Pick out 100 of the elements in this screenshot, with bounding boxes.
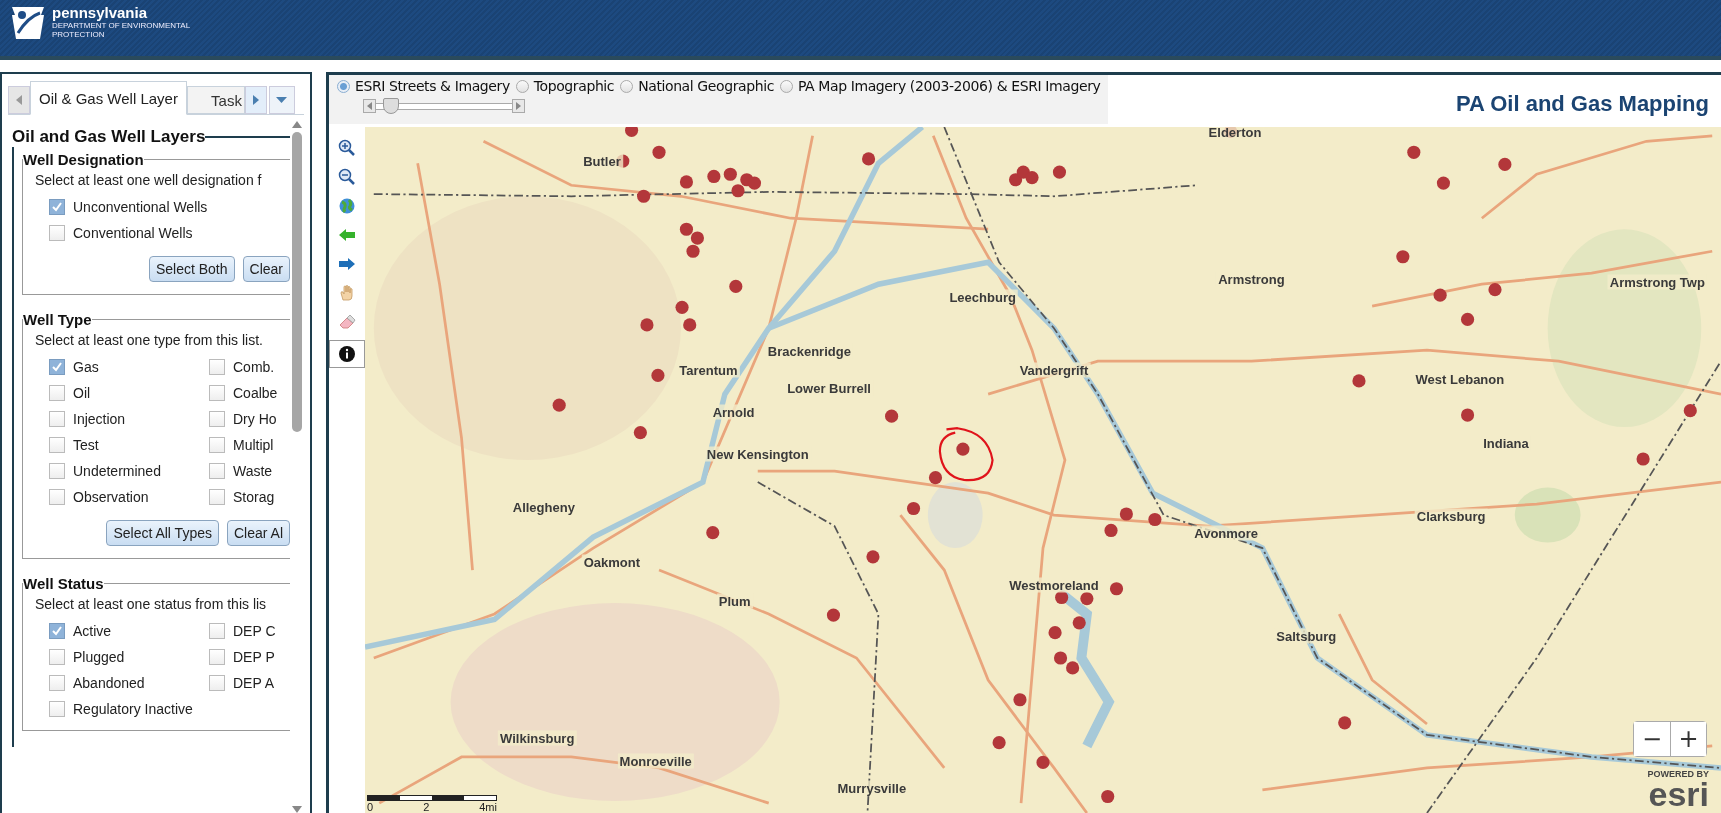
place-label: New Kensington xyxy=(704,446,811,461)
checkbox-label: Gas xyxy=(73,359,99,375)
info-tool[interactable] xyxy=(329,340,365,368)
checkbox-label: Test xyxy=(73,437,99,453)
slider-right-button[interactable] xyxy=(512,99,525,113)
place-label: Plum xyxy=(716,593,753,609)
right-triangle-icon[interactable] xyxy=(252,95,259,105)
place-label: Wilkinsburg xyxy=(498,730,577,746)
checkbox[interactable] xyxy=(49,649,65,665)
tab[interactable]: Task xyxy=(186,86,245,114)
checkbox-label: DEP C xyxy=(233,623,276,639)
tool-icon[interactable] xyxy=(338,345,356,363)
place-label: Avonmore xyxy=(1192,525,1261,541)
checkbox[interactable] xyxy=(209,489,225,505)
scale-label: 0 xyxy=(367,801,374,813)
place-label: Leechburg xyxy=(947,289,1018,305)
checkbox-label: Oil xyxy=(73,385,91,401)
powered-by-text: POWERED BY xyxy=(1647,769,1709,779)
checkbox-label: Active xyxy=(73,623,112,639)
checkbox[interactable] xyxy=(49,463,65,479)
tab-scroll-left-button[interactable] xyxy=(8,86,30,114)
place-label: Monroeville xyxy=(617,753,694,769)
checkbox[interactable] xyxy=(209,359,225,375)
checkbox-label: Observation xyxy=(73,489,149,505)
place-label: Elderton xyxy=(1206,127,1264,140)
checkbox[interactable] xyxy=(209,437,225,453)
checkbox-label: Abandoned xyxy=(73,675,145,691)
checkbox-label: Plugged xyxy=(73,649,125,665)
radio-label: Topographic xyxy=(533,78,615,94)
place-label: Butler xyxy=(581,153,623,169)
checkbox-label: Storag xyxy=(233,489,275,505)
checkbox[interactable] xyxy=(49,225,65,241)
radio-button[interactable] xyxy=(779,79,793,93)
checkbox[interactable] xyxy=(209,411,225,427)
checkbox[interactable] xyxy=(209,385,225,401)
logo-subtitle: DEPARTMENT OF ENVIRONMENTAL xyxy=(52,21,191,30)
place-label: Saltsburg xyxy=(1274,628,1339,644)
scale-label: 4mi xyxy=(479,801,497,813)
section-title: Well Type xyxy=(23,311,92,328)
select-button[interactable]: Select Both xyxy=(148,256,235,282)
tab-scroll-right-button[interactable] xyxy=(244,86,267,114)
select-button[interactable]: Clear xyxy=(242,256,290,282)
checkbox-label: DEP P xyxy=(233,649,275,665)
checkbox[interactable] xyxy=(49,489,65,505)
checkbox[interactable] xyxy=(209,675,225,691)
checkbox[interactable] xyxy=(209,649,225,665)
scroll-down-icon[interactable] xyxy=(292,806,302,813)
slider-thumb[interactable] xyxy=(382,98,399,114)
left-triangle-icon[interactable] xyxy=(367,102,372,110)
place-label: Murrysville xyxy=(835,780,909,796)
logo-subtitle: PROTECTION xyxy=(52,30,106,39)
checkbox[interactable] xyxy=(49,701,65,717)
scrollbar-thumb[interactable] xyxy=(292,132,302,432)
esri-logo: esri xyxy=(1648,779,1709,809)
place-label: Clarksburg xyxy=(1414,508,1488,524)
left-triangle-icon[interactable] xyxy=(16,95,22,105)
place-label: Vandergrift xyxy=(1017,362,1091,378)
right-triangle-icon[interactable] xyxy=(516,102,521,110)
section-instruction: Select at least one status from this lis xyxy=(35,596,268,612)
radio-label: PA Map Imagery (2003-2006) & ESRI Imagery xyxy=(797,78,1101,94)
section-title: Well Status xyxy=(23,575,104,592)
section-instruction: Select at least one type from this list. xyxy=(35,332,264,348)
tab-menu-button[interactable] xyxy=(268,86,295,114)
radio-button[interactable] xyxy=(620,79,634,93)
checkbox-label: Multipl xyxy=(233,437,274,453)
logo-title: pennsylvania xyxy=(52,5,149,21)
radio-button[interactable] xyxy=(515,79,529,93)
panel-title: Oil and Gas Well Layers xyxy=(12,127,206,147)
checkbox[interactable] xyxy=(49,437,65,453)
slider-left-button[interactable] xyxy=(363,99,376,113)
section-instruction: Select at least one well designation f xyxy=(35,172,263,188)
zoom-button[interactable]: + xyxy=(1670,722,1706,756)
checkbox-label: Waste xyxy=(233,463,273,479)
checkbox-label: DEP A xyxy=(233,675,274,691)
checkbox[interactable] xyxy=(49,359,65,375)
radio-label: ESRI Streets & Imagery xyxy=(355,78,510,94)
caret-icon[interactable] xyxy=(276,97,288,103)
checkbox[interactable] xyxy=(209,463,225,479)
checkbox-label: Undetermined xyxy=(73,463,161,479)
place-label: Arnold xyxy=(710,404,757,420)
tab[interactable]: Oil & Gas Well Layer xyxy=(30,81,187,115)
radio-button[interactable] xyxy=(337,79,350,93)
checkbox[interactable] xyxy=(49,199,65,215)
place-label: Armstrong Twp xyxy=(1607,274,1707,290)
checkbox-label: Comb. xyxy=(233,359,275,375)
select-button[interactable]: Select All Types xyxy=(106,520,219,546)
checkbox-label: Regulatory Inactive xyxy=(73,701,193,717)
scroll-up-icon[interactable] xyxy=(292,121,302,128)
hand-drawn-circle-annotation xyxy=(938,427,994,482)
checkbox[interactable] xyxy=(49,623,65,639)
checkbox[interactable] xyxy=(49,411,65,427)
radio-label: National Geographic xyxy=(638,78,774,94)
checkbox-label: Unconventional Wells xyxy=(73,199,208,215)
checkbox[interactable] xyxy=(49,675,65,691)
map-title: PA Oil and Gas Mapping xyxy=(1455,91,1710,117)
checkbox[interactable] xyxy=(209,623,225,639)
checkbox[interactable] xyxy=(49,385,65,401)
select-button[interactable]: Clear Al xyxy=(226,520,290,546)
checkbox-label: Conventional Wells xyxy=(73,225,193,241)
checkbox-label: Coalbe xyxy=(233,385,278,401)
